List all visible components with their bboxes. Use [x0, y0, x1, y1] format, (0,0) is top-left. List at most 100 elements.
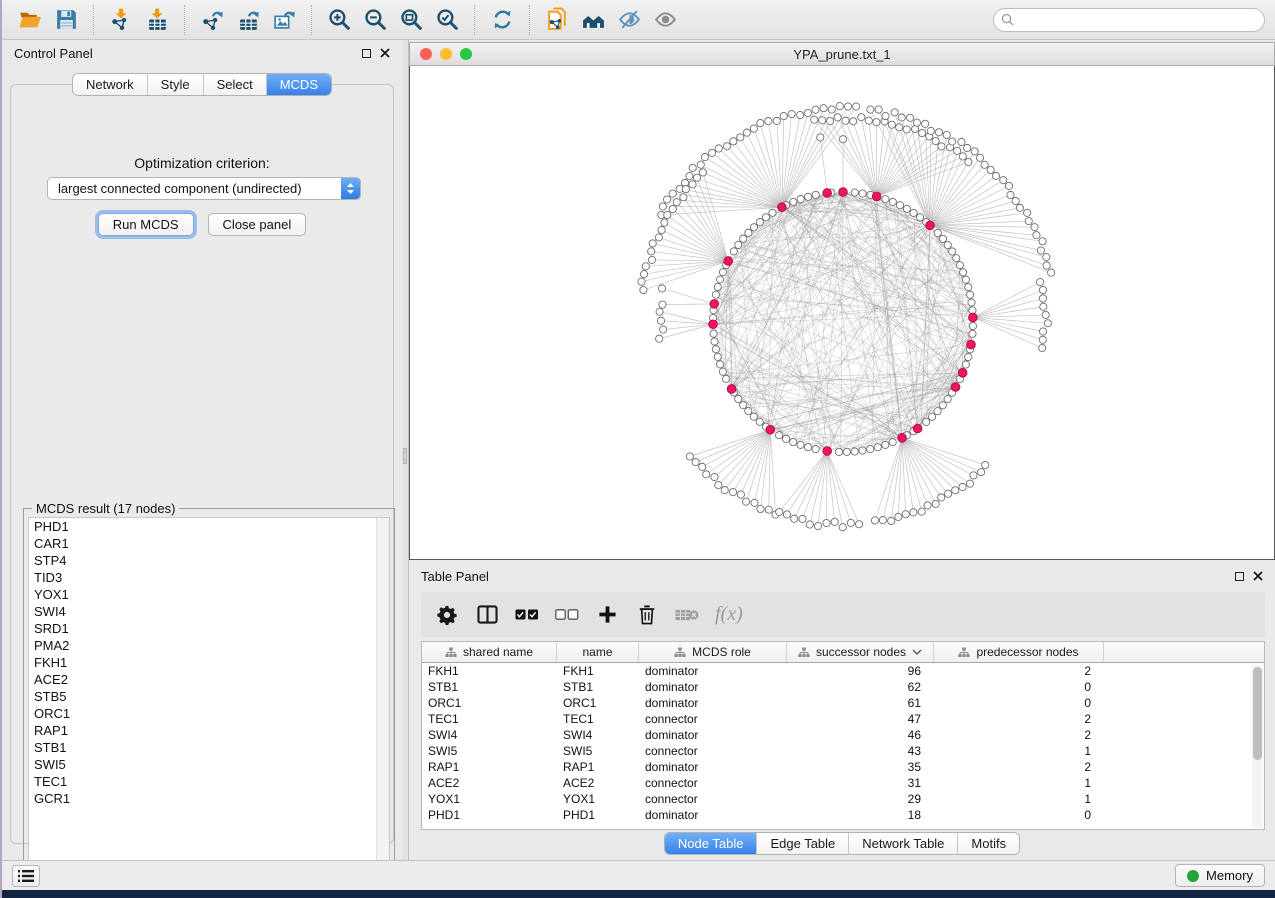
table-row-RAP1[interactable]: RAP1RAP1dominator352 [422, 759, 1264, 775]
table-row-SWI4[interactable]: SWI4SWI4dominator462 [422, 727, 1264, 743]
tab-edge-table[interactable]: Edge Table [757, 833, 849, 854]
network-node[interactable] [896, 202, 903, 209]
network-node[interactable] [812, 106, 819, 113]
tab-node-table[interactable]: Node Table [665, 833, 758, 854]
open-file-button[interactable] [12, 3, 48, 37]
network-node[interactable] [719, 368, 726, 375]
network-node[interactable] [1012, 197, 1019, 204]
network-node[interactable] [745, 229, 752, 236]
import-table-file-button[interactable] [139, 3, 175, 37]
network-node[interactable] [697, 161, 704, 168]
network-node[interactable] [716, 361, 723, 368]
network-node[interactable] [898, 114, 905, 121]
mcds-list-scrollbar[interactable] [376, 518, 389, 873]
network-node[interactable] [1039, 286, 1046, 293]
network-node[interactable] [756, 218, 763, 225]
network-node[interactable] [944, 241, 951, 248]
network-node[interactable] [981, 161, 988, 168]
network-node[interactable] [680, 194, 687, 201]
network-node[interactable] [1042, 311, 1049, 318]
column-header-shared-name[interactable]: shared name [422, 642, 557, 662]
mcds-dominator-node[interactable] [823, 447, 832, 456]
network-node[interactable] [782, 435, 789, 442]
network-node[interactable] [918, 129, 925, 136]
network-node[interactable] [820, 105, 827, 112]
network-node[interactable] [1043, 262, 1050, 269]
network-node[interactable] [965, 284, 972, 291]
network-canvas[interactable] [409, 66, 1275, 560]
network-node[interactable] [1043, 254, 1050, 261]
mcds-dominator-node[interactable] [778, 203, 787, 212]
table-row-STB1[interactable]: STB1STB1dominator620 [422, 679, 1264, 695]
mcds-result-item[interactable]: SWI5 [29, 756, 389, 773]
network-node[interactable] [1031, 224, 1038, 231]
close-panel-icon[interactable] [1253, 571, 1263, 581]
table-row-SWI5[interactable]: SWI5SWI5connector431 [422, 743, 1264, 759]
network-node[interactable] [737, 134, 744, 141]
minimize-window-icon[interactable] [440, 48, 452, 60]
zoom-out-button[interactable] [357, 3, 393, 37]
network-node[interactable] [717, 276, 724, 283]
network-node[interactable] [966, 480, 973, 487]
network-node[interactable] [708, 149, 715, 156]
network-node[interactable] [648, 248, 655, 255]
network-node[interactable] [773, 117, 780, 124]
network-node[interactable] [836, 102, 843, 109]
network-node[interactable] [831, 518, 838, 525]
import-network-file-button[interactable] [103, 3, 139, 37]
network-node[interactable] [850, 118, 857, 125]
network-node[interactable] [638, 278, 645, 285]
network-node[interactable] [1005, 182, 1012, 189]
network-node[interactable] [1039, 295, 1046, 302]
network-node[interactable] [823, 519, 830, 526]
mcds-dominator-node[interactable] [872, 192, 881, 201]
network-node[interactable] [903, 126, 910, 133]
network-node[interactable] [910, 509, 917, 516]
network-node[interactable] [843, 448, 850, 455]
tab-network[interactable]: Network [73, 74, 148, 95]
network-node[interactable] [847, 519, 854, 526]
show-graphics-details-button[interactable] [647, 3, 683, 37]
network-node[interactable] [1037, 278, 1044, 285]
network-node[interactable] [1037, 247, 1044, 254]
mcds-dominator-node[interactable] [709, 320, 718, 329]
network-node[interactable] [965, 353, 972, 360]
network-node[interactable] [943, 131, 950, 138]
deselect-all-columns-button[interactable] [555, 603, 579, 627]
zoom-selected-button[interactable] [429, 3, 465, 37]
network-node[interactable] [918, 508, 925, 515]
network-node[interactable] [757, 119, 764, 126]
network-node[interactable] [780, 112, 787, 119]
network-node[interactable] [934, 229, 941, 236]
table-row-ORC1[interactable]: ORC1ORC1dominator610 [422, 695, 1264, 711]
network-node[interactable] [1039, 328, 1046, 335]
network-node[interactable] [689, 181, 696, 188]
network-node[interactable] [871, 517, 878, 524]
network-node[interactable] [797, 441, 804, 448]
mcds-dominator-node[interactable] [766, 425, 775, 434]
network-node[interactable] [739, 402, 746, 409]
network-node[interactable] [959, 483, 966, 490]
mcds-dominator-node[interactable] [823, 189, 832, 198]
mcds-dominator-node[interactable] [898, 434, 907, 443]
network-node[interactable] [817, 134, 824, 141]
network-node[interactable] [661, 219, 668, 226]
network-node[interactable] [715, 145, 722, 152]
float-panel-icon[interactable] [1235, 572, 1244, 581]
mcds-result-item[interactable]: TEC1 [29, 773, 389, 790]
network-node[interactable] [642, 263, 649, 270]
network-node[interactable] [750, 413, 757, 420]
column-browser-button[interactable] [475, 603, 499, 627]
network-node[interactable] [715, 481, 722, 488]
network-node[interactable] [1023, 209, 1030, 216]
delete-column-button[interactable] [635, 603, 659, 627]
network-node[interactable] [888, 121, 895, 128]
network-node[interactable] [934, 408, 941, 415]
network-node[interactable] [867, 446, 874, 453]
network-node[interactable] [682, 185, 689, 192]
apply-layout-button[interactable] [484, 3, 520, 37]
network-node[interactable] [1048, 269, 1055, 276]
mcds-result-item[interactable]: STB1 [29, 739, 389, 756]
mcds-dominator-node[interactable] [727, 385, 736, 394]
table-row-PHD1[interactable]: PHD1PHD1dominator180 [422, 807, 1264, 823]
